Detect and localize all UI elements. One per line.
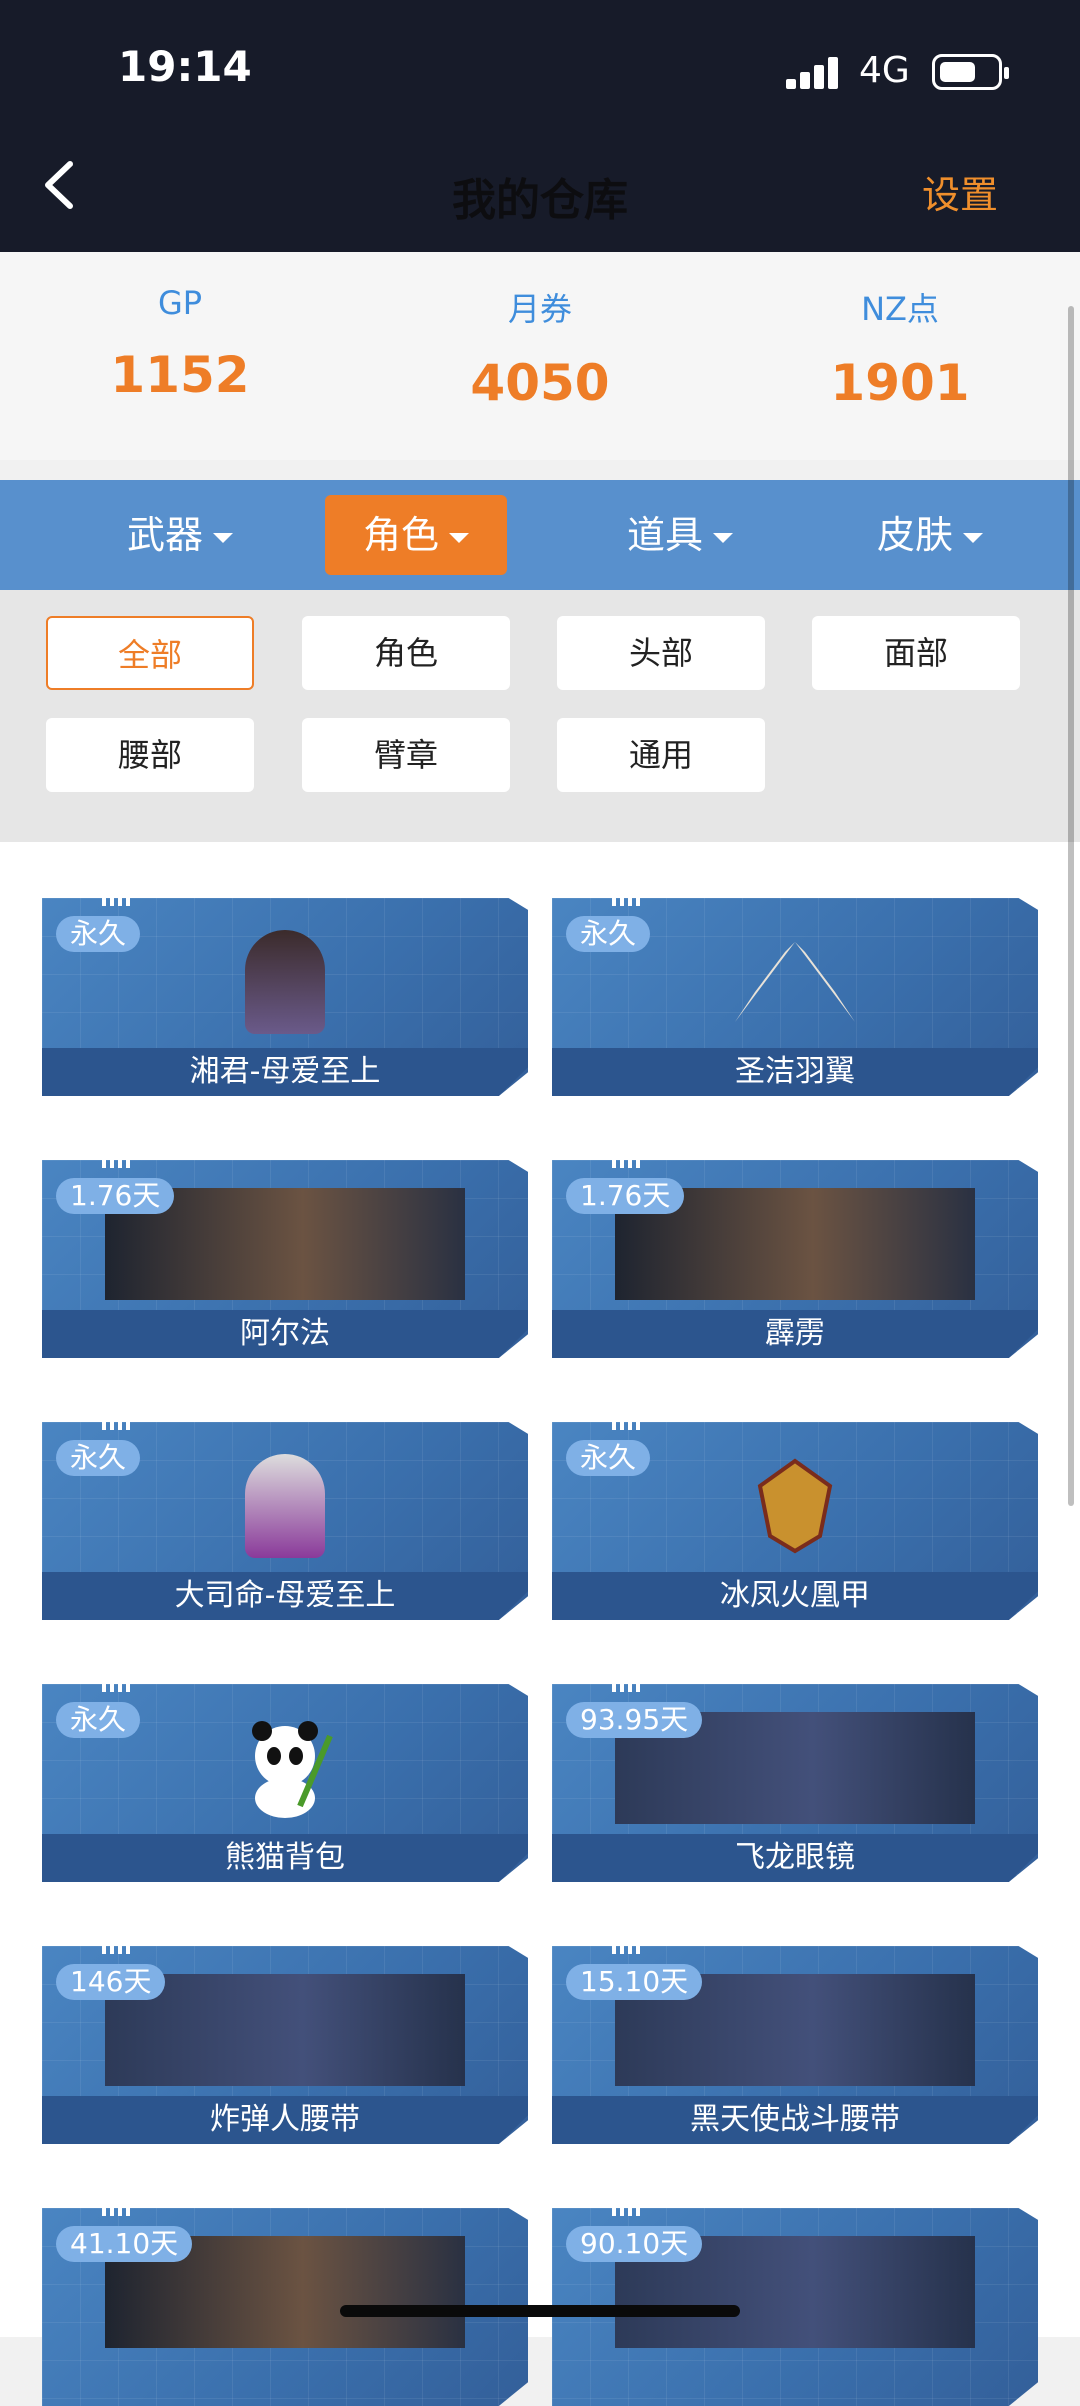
item-card[interactable]: 1.76天 阿尔法 <box>42 1154 528 1358</box>
currency-ticket: 月券 4050 <box>420 284 660 412</box>
tab-weapons[interactable]: 武器 <box>100 495 260 575</box>
category-tabs: 武器 角色 道具 皮肤 <box>0 480 1080 590</box>
currency-value: 1152 <box>110 346 250 404</box>
duration-badge: 15.10天 <box>566 1964 703 2000</box>
item-grid: 永久 湘君-母爱至上 永久 圣洁羽翼 1.76天 阿尔法 1.76天 霹雳 永久… <box>0 842 1080 2406</box>
caret-down-icon <box>449 532 469 543</box>
duration-badge: 1.76天 <box>566 1178 685 1214</box>
currency-value: 4050 <box>470 354 610 412</box>
filter-general[interactable]: 通用 <box>557 718 765 792</box>
item-name: 炸弹人腰带 <box>42 2096 528 2144</box>
filter-waist[interactable]: 腰部 <box>46 718 254 792</box>
duration-badge: 1.76天 <box>56 1178 175 1214</box>
duration-badge: 永久 <box>56 1702 141 1738</box>
currency-label: GP <box>157 284 203 322</box>
item-card[interactable]: 永久 湘君-母爱至上 <box>42 892 528 1096</box>
item-name: 大司命-母爱至上 <box>42 1572 528 1620</box>
currency-label: NZ点 <box>861 290 939 328</box>
duration-badge: 93.95天 <box>566 1702 703 1738</box>
duration-badge: 146天 <box>56 1964 166 2000</box>
tab-skins[interactable]: 皮肤 <box>850 495 1010 575</box>
item-name: 圣洁羽翼 <box>552 1048 1038 1096</box>
page-title: 我的仓库 <box>452 175 628 226</box>
filter-head[interactable]: 头部 <box>557 616 765 690</box>
item-card[interactable]: 永久 大司命-母爱至上 <box>42 1416 528 1620</box>
item-card[interactable]: 永久 冰凤火凰甲 <box>552 1416 1038 1620</box>
currency-panel: GP 1152 月券 4050 NZ点 1901 <box>0 252 1080 460</box>
duration-badge: 90.10天 <box>566 2226 703 2262</box>
home-indicator[interactable] <box>340 2305 740 2317</box>
signal-icon <box>786 57 840 89</box>
duration-badge: 41.10天 <box>56 2226 193 2262</box>
item-name: 冰凤火凰甲 <box>552 1572 1038 1620</box>
filter-armband[interactable]: 臂章 <box>302 718 510 792</box>
duration-badge: 永久 <box>566 1440 651 1476</box>
item-name: 熊猫背包 <box>42 1834 528 1882</box>
status-time: 19:14 <box>118 42 252 91</box>
item-name: 阿尔法 <box>42 1310 528 1358</box>
item-card[interactable]: 1.76天 霹雳 <box>552 1154 1038 1358</box>
caret-down-icon <box>213 532 233 543</box>
tab-props[interactable]: 道具 <box>600 495 760 575</box>
tab-label: 道具 <box>626 513 703 557</box>
tab-characters[interactable]: 角色 <box>325 495 507 575</box>
item-card[interactable]: 93.95天 飞龙眼镜 <box>552 1678 1038 1882</box>
item-name: 黑天使战斗腰带 <box>552 2096 1038 2144</box>
item-card[interactable]: 永久 圣洁羽翼 <box>552 892 1038 1096</box>
settings-button[interactable]: 设置 <box>922 164 998 219</box>
item-name: 飞龙眼镜 <box>552 1834 1038 1882</box>
filter-all[interactable]: 全部 <box>46 616 254 690</box>
caret-down-icon <box>963 532 983 543</box>
tab-label: 皮肤 <box>876 513 953 557</box>
battery-icon <box>932 54 1009 90</box>
duration-badge: 永久 <box>566 916 651 952</box>
currency-gp: GP 1152 <box>60 284 300 404</box>
tab-label: 角色 <box>362 513 439 557</box>
item-card[interactable]: 15.10天 黑天使战斗腰带 <box>552 1940 1038 2144</box>
filter-face[interactable]: 面部 <box>812 616 1020 690</box>
currency-label: 月券 <box>507 290 572 328</box>
scrollbar[interactable] <box>1068 306 1074 1506</box>
item-card[interactable]: 146天 炸弹人腰带 <box>42 1940 528 2144</box>
filter-chips: 全部 角色 头部 面部 腰部 臂章 通用 <box>0 590 1080 842</box>
tab-label: 武器 <box>126 513 203 557</box>
item-name: 湘君-母爱至上 <box>42 1048 528 1096</box>
filter-character[interactable]: 角色 <box>302 616 510 690</box>
duration-badge: 永久 <box>56 1440 141 1476</box>
caret-down-icon <box>713 532 733 543</box>
item-name: 霹雳 <box>552 1310 1038 1358</box>
network-type: 4G <box>859 50 910 91</box>
currency-nz: NZ点 1901 <box>780 284 1020 412</box>
currency-value: 1901 <box>830 354 970 412</box>
item-card[interactable]: 永久 熊猫背包 <box>42 1678 528 1882</box>
duration-badge: 永久 <box>56 916 141 952</box>
header: 19:14 4G 我的仓库 设置 <box>0 0 1080 252</box>
